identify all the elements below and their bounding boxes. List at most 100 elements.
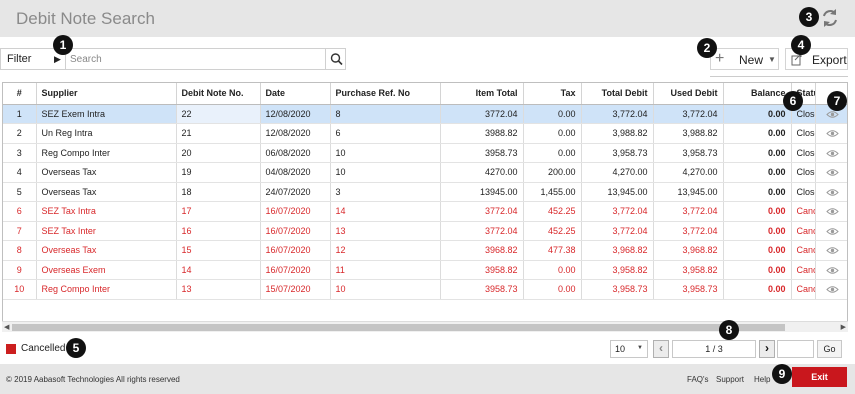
balance-cell: 0.00 — [723, 201, 792, 222]
item-total-cell: 13945.00 — [440, 182, 524, 202]
search-input[interactable] — [65, 49, 325, 69]
total-debit-cell: 3,772.04 — [581, 104, 654, 124]
go-button[interactable]: Go — [817, 340, 842, 358]
pagination: 10 ▼ ‹ 1 / 3 › Go — [610, 339, 842, 359]
new-label: New — [739, 53, 764, 67]
debit-note-no-cell: 14 — [176, 260, 261, 280]
table-row[interactable]: 5 Overseas Tax 18 24/07/2020 3 13945.00 1,455.… — [3, 182, 847, 202]
used-debit-cell: 3,772.04 — [653, 221, 724, 241]
export-label: Export — [812, 53, 847, 67]
column-header[interactable]: # — [3, 83, 37, 105]
refresh-icon[interactable] — [820, 7, 840, 29]
table-row[interactable]: 4 Overseas Tax 19 04/08/2020 10 4270.00 200.00… — [3, 162, 847, 183]
supplier-cell: Overseas Tax — [36, 182, 177, 202]
eye-icon[interactable] — [825, 149, 839, 158]
eye-icon[interactable] — [825, 110, 839, 119]
column-header[interactable]: Supplier — [36, 83, 177, 105]
debit-note-no-cell: 21 — [176, 123, 261, 144]
table-row[interactable]: 10 Reg Compo Inter 13 15/07/2020 10 3958.73 0.… — [3, 279, 847, 300]
used-debit-cell: 3,958.73 — [653, 279, 724, 300]
column-header[interactable]: Balance — [723, 83, 792, 105]
eye-icon[interactable] — [825, 168, 839, 177]
eye-icon[interactable] — [825, 188, 839, 197]
status-cell: Canc — [791, 260, 816, 280]
table-row[interactable]: 1 SEZ Exem Intra 22 12/08/2020 8 3772.04 0.00 3… — [3, 104, 847, 124]
goto-page-input[interactable] — [777, 340, 814, 358]
filter-label[interactable]: Filter — [7, 53, 31, 65]
scrollbar-thumb[interactable] — [12, 324, 785, 331]
purchase-ref-cell: 13 — [330, 221, 441, 241]
total-debit-cell: 13,945.00 — [581, 182, 654, 202]
item-total-cell: 3988.82 — [440, 123, 524, 144]
table-row[interactable]: 3 Reg Compo Inter 20 06/08/2020 10 3958.73 0.0… — [3, 143, 847, 163]
column-header[interactable]: Tax — [523, 83, 582, 105]
callout-badge: 3 — [799, 7, 819, 27]
new-button[interactable]: + New ▼ — [710, 48, 779, 70]
table-row[interactable]: 7 SEZ Tax Inter 16 16/07/2020 13 3772.04 452.2… — [3, 221, 847, 241]
row-number: 1 — [3, 104, 37, 124]
next-page-button[interactable]: › — [759, 340, 775, 358]
total-debit-cell: 3,988.82 — [581, 123, 654, 144]
eye-icon[interactable] — [825, 246, 839, 255]
page-size-select[interactable]: 10 ▼ — [610, 340, 648, 358]
callout-badge: 6 — [783, 91, 803, 111]
total-debit-cell: 3,958.73 — [581, 279, 654, 300]
table-row[interactable]: 9 Overseas Exem 14 16/07/2020 11 3958.82 0.00 3… — [3, 260, 847, 280]
search-button[interactable] — [325, 49, 346, 69]
exit-button[interactable]: Exit — [792, 367, 847, 387]
help-link[interactable]: Help — [754, 375, 770, 384]
plus-icon: + — [715, 50, 725, 67]
debit-note-no-cell: 18 — [176, 182, 261, 202]
chevron-down-icon: ▼ — [768, 55, 776, 64]
view-cell — [815, 143, 847, 163]
table-row[interactable]: 8 Overseas Tax 15 16/07/2020 12 3968.82 477.38… — [3, 240, 847, 261]
date-cell: 12/08/2020 — [260, 104, 331, 124]
total-debit-cell: 3,968.82 — [581, 240, 654, 261]
view-cell — [815, 182, 847, 202]
eye-icon[interactable] — [825, 285, 839, 294]
item-total-cell: 3772.04 — [440, 104, 524, 124]
row-number: 6 — [3, 201, 37, 222]
eye-icon[interactable] — [825, 207, 839, 216]
date-cell: 06/08/2020 — [260, 143, 331, 163]
row-number: 2 — [3, 123, 37, 144]
prev-page-button[interactable]: ‹ — [653, 340, 669, 358]
supplier-cell: Overseas Exem — [36, 260, 177, 280]
column-header[interactable]: Total Debit — [581, 83, 654, 105]
table-row[interactable]: 2 Un Reg Intra 21 12/08/2020 6 3988.82 0.00 3,9… — [3, 123, 847, 144]
tax-cell: 1,455.00 — [523, 182, 582, 202]
purchase-ref-cell: 3 — [330, 182, 441, 202]
scroll-left-icon[interactable]: ◀ — [4, 323, 9, 331]
view-cell — [815, 260, 847, 280]
column-header[interactable]: Used Debit — [653, 83, 724, 105]
tax-cell: 452.25 — [523, 201, 582, 222]
item-total-cell: 4270.00 — [440, 162, 524, 183]
column-header[interactable]: Item Total — [440, 83, 524, 105]
callout-badge: 9 — [772, 364, 792, 384]
total-debit-cell: 3,772.04 — [581, 221, 654, 241]
column-header[interactable]: Debit Note No. — [176, 83, 261, 105]
view-cell — [815, 201, 847, 222]
total-debit-cell: 3,772.04 — [581, 201, 654, 222]
faqs-link[interactable]: FAQ's — [687, 375, 709, 384]
debit-note-no-cell: 19 — [176, 162, 261, 183]
eye-icon[interactable] — [825, 266, 839, 275]
item-total-cell: 3958.73 — [440, 279, 524, 300]
table-row[interactable]: 6 SEZ Tax Intra 17 16/07/2020 14 3772.04 452.2… — [3, 201, 847, 222]
used-debit-cell: 3,988.82 — [653, 123, 724, 144]
support-link[interactable]: Support — [716, 375, 744, 384]
table-header-row: # Supplier Debit Note No. Date Purchase … — [3, 83, 847, 105]
column-header[interactable]: Date — [260, 83, 331, 105]
eye-icon[interactable] — [825, 227, 839, 236]
purchase-ref-cell: 10 — [330, 162, 441, 183]
filter-arrow-icon[interactable]: ▶ — [54, 54, 61, 65]
item-total-cell: 3958.73 — [440, 143, 524, 163]
supplier-cell: SEZ Tax Intra — [36, 201, 177, 222]
column-header[interactable]: Purchase Ref. No — [330, 83, 441, 105]
callout-badge: 7 — [827, 91, 847, 111]
purchase-ref-cell: 10 — [330, 279, 441, 300]
tax-cell: 200.00 — [523, 162, 582, 183]
date-cell: 16/07/2020 — [260, 221, 331, 241]
scroll-right-icon[interactable]: ▶ — [841, 323, 846, 331]
eye-icon[interactable] — [825, 129, 839, 138]
